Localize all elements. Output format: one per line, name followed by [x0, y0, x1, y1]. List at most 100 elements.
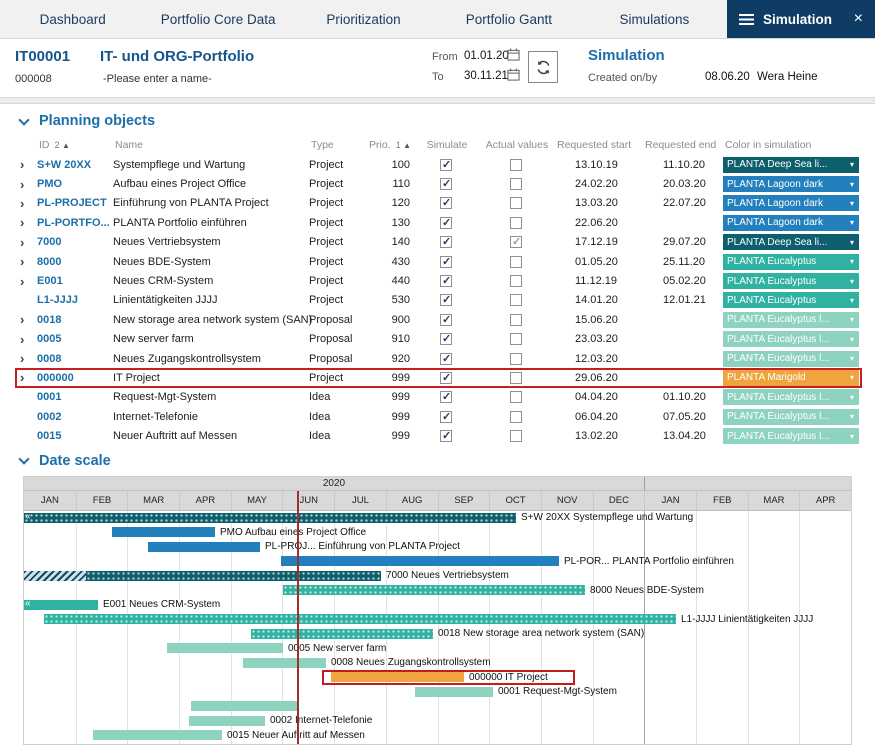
table-row[interactable]: ›E001Neues CRM-SystemProject44011.12.190… [15, 271, 862, 290]
actual-values-checkbox[interactable] [510, 256, 522, 268]
actual-values-checkbox[interactable] [510, 430, 522, 442]
row-expander-icon[interactable]: › [15, 371, 37, 384]
simulate-checkbox[interactable] [440, 353, 452, 365]
simulate-checkbox[interactable] [440, 217, 452, 229]
color-dropdown[interactable]: PLANTA Eucalyptus▾ [723, 292, 859, 308]
nav-tab-dashboard[interactable]: Dashboard [0, 0, 145, 38]
gantt-bar[interactable] [24, 513, 516, 523]
table-row[interactable]: ›S+W 20XXSystempflege und WartungProject… [15, 155, 862, 174]
table-row[interactable]: 0001Request-Mgt-SystemIdea99904.04.2001.… [15, 388, 862, 407]
simulate-checkbox[interactable] [440, 314, 452, 326]
collapse-chevron-icon[interactable] [18, 454, 29, 465]
simulate-checkbox[interactable] [440, 372, 452, 384]
simulate-checkbox[interactable] [440, 197, 452, 209]
table-row[interactable]: ›7000Neues VertriebsystemProject14017.12… [15, 233, 862, 252]
gantt-bar[interactable] [167, 643, 283, 653]
nav-tab-portfolio-core-data[interactable]: Portfolio Core Data [145, 0, 290, 38]
calendar-icon-to[interactable] [507, 68, 520, 86]
table-row[interactable]: ›8000Neues BDE-SystemProject43001.05.202… [15, 252, 862, 271]
actual-values-checkbox[interactable] [510, 372, 522, 384]
col-header-color-in-simulation[interactable]: Color in simulation [723, 139, 862, 151]
gantt-bar[interactable] [189, 716, 265, 726]
gantt-bar[interactable] [86, 571, 381, 581]
actual-values-checkbox[interactable] [510, 178, 522, 190]
color-dropdown[interactable]: PLANTA Eucalyptus l...▾ [723, 312, 859, 328]
to-date-field[interactable]: 30.11.21 [464, 70, 508, 82]
row-expander-icon[interactable]: › [15, 333, 37, 346]
gantt-bar[interactable] [283, 585, 585, 595]
row-expander-icon[interactable]: › [15, 197, 37, 210]
row-expander-icon[interactable]: › [15, 216, 37, 229]
color-dropdown[interactable]: PLANTA Eucalyptus l...▾ [723, 428, 859, 444]
actual-values-checkbox[interactable] [510, 353, 522, 365]
table-row[interactable]: ›000000IT ProjectProject99929.06.20PLANT… [15, 368, 862, 387]
color-dropdown[interactable]: PLANTA Eucalyptus l...▾ [723, 331, 859, 347]
menu-icon[interactable] [739, 14, 754, 25]
simulate-checkbox[interactable] [440, 411, 452, 423]
nav-tab-portfolio-gantt[interactable]: Portfolio Gantt [436, 0, 581, 38]
col-header-prio[interactable]: Prio.1 ▲ [367, 139, 413, 151]
color-dropdown[interactable]: PLANTA Eucalyptus▾ [723, 254, 859, 270]
col-header-type[interactable]: Type [309, 139, 367, 151]
table-row[interactable]: ›PMOAufbau eines Project OfficeProject11… [15, 174, 862, 193]
gantt-bar[interactable] [44, 614, 676, 624]
table-row[interactable]: 0002Internet-TelefonieIdea99906.04.2007.… [15, 407, 862, 426]
color-dropdown[interactable]: PLANTA Marigold▾ [723, 370, 859, 386]
actual-values-checkbox[interactable] [510, 314, 522, 326]
table-row[interactable]: ›0008Neues ZugangskontrollsystemProposal… [15, 349, 862, 368]
col-header-simulate[interactable]: Simulate [413, 139, 479, 151]
row-expander-icon[interactable]: › [15, 236, 37, 249]
nav-tab-simulations[interactable]: Simulations [582, 0, 727, 38]
color-dropdown[interactable]: PLANTA Lagoon dark▾ [723, 176, 859, 192]
table-row[interactable]: ›0005New server farmProposal91023.03.20P… [15, 330, 862, 349]
simulate-checkbox[interactable] [440, 275, 452, 287]
refresh-button[interactable] [528, 51, 558, 83]
gantt-bar[interactable] [191, 701, 297, 711]
nav-tab-prioritization[interactable]: Prioritization [291, 0, 436, 38]
gantt-bar[interactable] [24, 600, 98, 610]
col-header-id[interactable]: ID2 ▲ [37, 139, 113, 151]
gantt-bar[interactable] [415, 687, 493, 697]
table-row[interactable]: ›0018New storage area network system (SA… [15, 310, 862, 329]
actual-values-checkbox[interactable] [510, 275, 522, 287]
gantt-bar[interactable] [93, 730, 222, 740]
simulate-checkbox[interactable] [440, 333, 452, 345]
actual-values-checkbox[interactable] [510, 236, 522, 248]
tab-simulation-active[interactable]: Simulation × [727, 0, 875, 38]
gantt-bar[interactable] [112, 527, 215, 537]
actual-values-checkbox[interactable] [510, 159, 522, 171]
color-dropdown[interactable]: PLANTA Lagoon dark▾ [723, 195, 859, 211]
color-dropdown[interactable]: PLANTA Lagoon dark▾ [723, 215, 859, 231]
gantt-bar[interactable] [148, 542, 260, 552]
table-row[interactable]: 0015Neuer Auftritt auf MessenIdea99913.0… [15, 426, 862, 445]
actual-values-checkbox[interactable] [510, 411, 522, 423]
col-header-requested-start[interactable]: Requested start [553, 139, 641, 151]
simulate-checkbox[interactable] [440, 159, 452, 171]
collapse-chevron-icon[interactable] [18, 114, 29, 125]
color-dropdown[interactable]: PLANTA Deep Sea li...▾ [723, 157, 859, 173]
gantt-bar[interactable] [281, 556, 559, 566]
color-dropdown[interactable]: PLANTA Eucalyptus l...▾ [723, 409, 859, 425]
row-expander-icon[interactable]: › [15, 313, 37, 326]
simulate-checkbox[interactable] [440, 430, 452, 442]
table-row[interactable]: ›PL-PORTFO...PLANTA Portfolio einführenP… [15, 213, 862, 232]
simulate-checkbox[interactable] [440, 178, 452, 190]
col-header-requested-end[interactable]: Requested end [641, 139, 723, 151]
close-icon[interactable]: × [854, 10, 863, 28]
actual-values-checkbox[interactable] [510, 294, 522, 306]
row-expander-icon[interactable]: › [15, 352, 37, 365]
table-row[interactable]: L1-JJJJLinientätigkeiten JJJJProject5301… [15, 291, 862, 310]
simulate-checkbox[interactable] [440, 294, 452, 306]
simulate-checkbox[interactable] [440, 236, 452, 248]
from-date-field[interactable]: 01.01.20 [464, 50, 509, 62]
simulate-checkbox[interactable] [440, 256, 452, 268]
table-row[interactable]: ›PL-PROJECTEinführung von PLANTA Project… [15, 194, 862, 213]
actual-values-checkbox[interactable] [510, 197, 522, 209]
calendar-icon-from[interactable] [507, 48, 520, 66]
col-header-name[interactable]: Name [113, 139, 309, 151]
color-dropdown[interactable]: PLANTA Eucalyptus l...▾ [723, 351, 859, 367]
gantt-bar[interactable] [251, 629, 433, 639]
col-header-actual-values[interactable]: Actual values [479, 139, 553, 151]
actual-values-checkbox[interactable] [510, 333, 522, 345]
row-expander-icon[interactable]: › [15, 255, 37, 268]
